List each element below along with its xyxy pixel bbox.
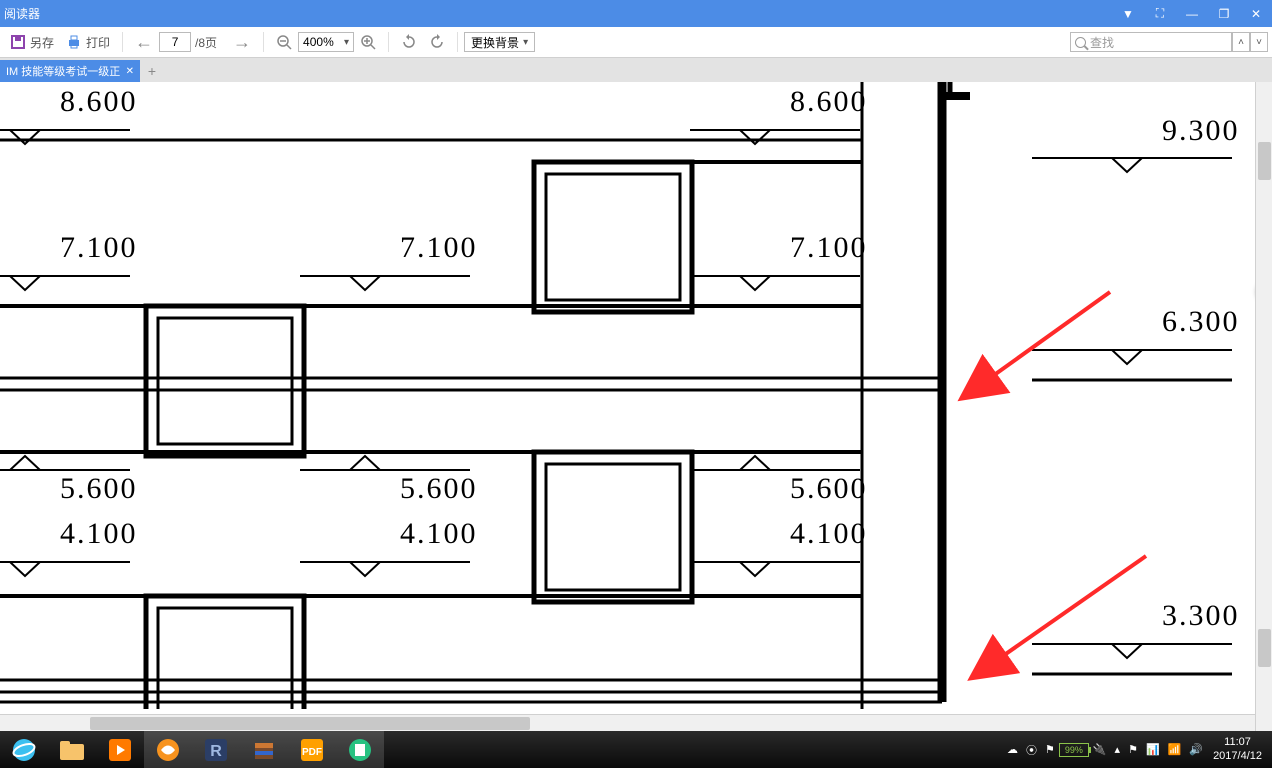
app-title: 阅读器 [4,5,40,22]
vertical-scrollbar[interactable] [1255,82,1272,731]
tray-cloud-icon[interactable]: ☁ [1007,743,1018,756]
elevation-label: 5.600 [60,472,138,506]
elevation-label: 7.100 [790,231,868,265]
tray-expand-icon[interactable]: ▴ [1115,743,1121,756]
close-icon[interactable]: ✕ [1240,0,1272,27]
elevation-label: 6.300 [1162,305,1240,339]
taskbar-doc-icon[interactable] [336,731,384,768]
print-label: 打印 [86,34,110,51]
taskbar-revit-icon[interactable]: R [192,731,240,768]
print-button[interactable]: 打印 [60,30,116,54]
separator [388,32,389,52]
search-placeholder: 查找 [1090,34,1114,51]
dropdown-icon[interactable]: ▼ [1112,0,1144,27]
elevation-label: 3.300 [1162,599,1240,633]
tray-chart-icon[interactable]: 📊 [1146,743,1160,756]
rotate-left-button[interactable] [395,30,423,54]
taskbar-pdf-icon[interactable]: PDF [288,731,336,768]
page-total-label: /8页 [195,34,217,51]
elevation-label: 5.600 [400,472,478,506]
tray-signal-icon[interactable]: 📶 [1168,743,1182,756]
elevation-label: 4.100 [790,517,868,551]
zoom-select[interactable]: 400% ▾ [298,32,354,52]
svg-text:R: R [210,743,222,760]
separator [122,32,123,52]
elevation-label: 7.100 [400,231,478,265]
taskbar-ie-icon[interactable] [0,731,48,768]
taskbar-winrar-icon[interactable] [240,731,288,768]
search-input[interactable]: 查找 [1070,32,1232,52]
tray-battery-icon[interactable]: 99% [1059,743,1089,757]
tray-volume-icon[interactable]: 🔊 [1189,743,1203,756]
maximize-icon[interactable]: ❐ [1208,0,1240,27]
page-surface: 8.600 8.600 9.300 7.100 7.100 7.100 6.30… [0,82,1247,706]
chevron-down-icon: ▾ [523,37,528,48]
separator [457,32,458,52]
tray-flag-icon[interactable]: ⚑ [1128,743,1138,756]
prev-page-button[interactable]: ← [129,30,159,54]
fullscreen-icon[interactable]: ⛶ [1144,0,1176,27]
document-tab[interactable]: IM 技能等级考试一级正 ✕ [0,60,140,82]
elevation-label: 8.600 [790,85,868,119]
tray-update-icon[interactable]: ⚑ [1045,743,1055,756]
toolbar: 另存 打印 ← /8页 → 400% ▾ 更换背景 ▾ 查找 ˄ ˅ [0,27,1272,58]
minimize-icon[interactable]: — [1176,0,1208,27]
tray-clock[interactable]: 11:07 2017/4/12 [1213,736,1262,762]
tray-plug-icon[interactable]: 🔌 [1093,743,1107,756]
elevation-label: 5.600 [790,472,868,506]
tab-bar: IM 技能等级考试一级正 ✕ + [0,58,1272,82]
search-icon [1075,37,1086,48]
rotate-right-button[interactable] [423,30,451,54]
document-viewport[interactable]: 8.600 8.600 9.300 7.100 7.100 7.100 6.30… [0,82,1272,731]
taskbar-video-icon[interactable] [96,731,144,768]
zoom-in-button[interactable] [354,30,382,54]
title-bar: 阅读器 ▼ ⛶ — ❐ ✕ [0,0,1272,27]
bg-label: 更换背景 [471,34,519,51]
save-as-button[interactable]: 另存 [4,30,60,54]
separator [263,32,264,52]
system-tray: ☁ ⦿ ⚑ 99% 🔌 ▴ ⚑ 📊 📶 🔊 11:07 2017/4/12 [1003,736,1272,762]
elevation-label: 4.100 [400,517,478,551]
change-background-select[interactable]: 更换背景 ▾ [464,32,535,52]
rotate-right-icon [429,34,445,50]
zoom-in-icon [360,34,376,50]
elevation-label: 4.100 [60,517,138,551]
search-prev-button[interactable]: ˄ [1232,32,1250,52]
next-page-button[interactable]: → [227,30,257,54]
search-next-button[interactable]: ˅ [1250,32,1268,52]
clock-time: 11:07 [1213,736,1262,749]
elevation-label: 7.100 [60,231,138,265]
clock-date: 2017/4/12 [1213,750,1262,763]
zoom-out-button[interactable] [270,30,298,54]
windows-taskbar: R PDF ☁ ⦿ ⚑ 99% 🔌 ▴ ⚑ 📊 📶 🔊 11:07 2017/4… [0,731,1272,768]
save-label: 另存 [30,34,54,51]
chevron-down-icon: ▾ [344,37,349,48]
elevation-label: 9.300 [1162,114,1240,148]
horizontal-scrollbar[interactable] [0,714,1255,731]
tab-close-icon[interactable]: ✕ [126,66,134,77]
zoom-out-icon [276,34,292,50]
elevation-label: 8.600 [60,85,138,119]
print-icon [66,34,82,50]
taskbar-explorer-icon[interactable] [48,731,96,768]
scrollbar-thumb[interactable] [90,717,530,730]
new-tab-button[interactable]: + [140,60,164,82]
svg-text:PDF: PDF [302,747,322,758]
scrollbar-thumb[interactable] [1258,629,1271,667]
tab-label: IM 技能等级考试一级正 [6,63,120,79]
save-icon [10,34,26,50]
page-input[interactable] [159,32,191,52]
taskbar-browser-icon[interactable] [144,731,192,768]
scrollbar-thumb[interactable] [1258,142,1271,180]
window-controls: ▼ ⛶ — ❐ ✕ [1112,0,1272,27]
zoom-value: 400% [303,35,334,49]
tray-wifi-icon[interactable]: ⦿ [1026,742,1037,758]
rotate-left-icon [401,34,417,50]
